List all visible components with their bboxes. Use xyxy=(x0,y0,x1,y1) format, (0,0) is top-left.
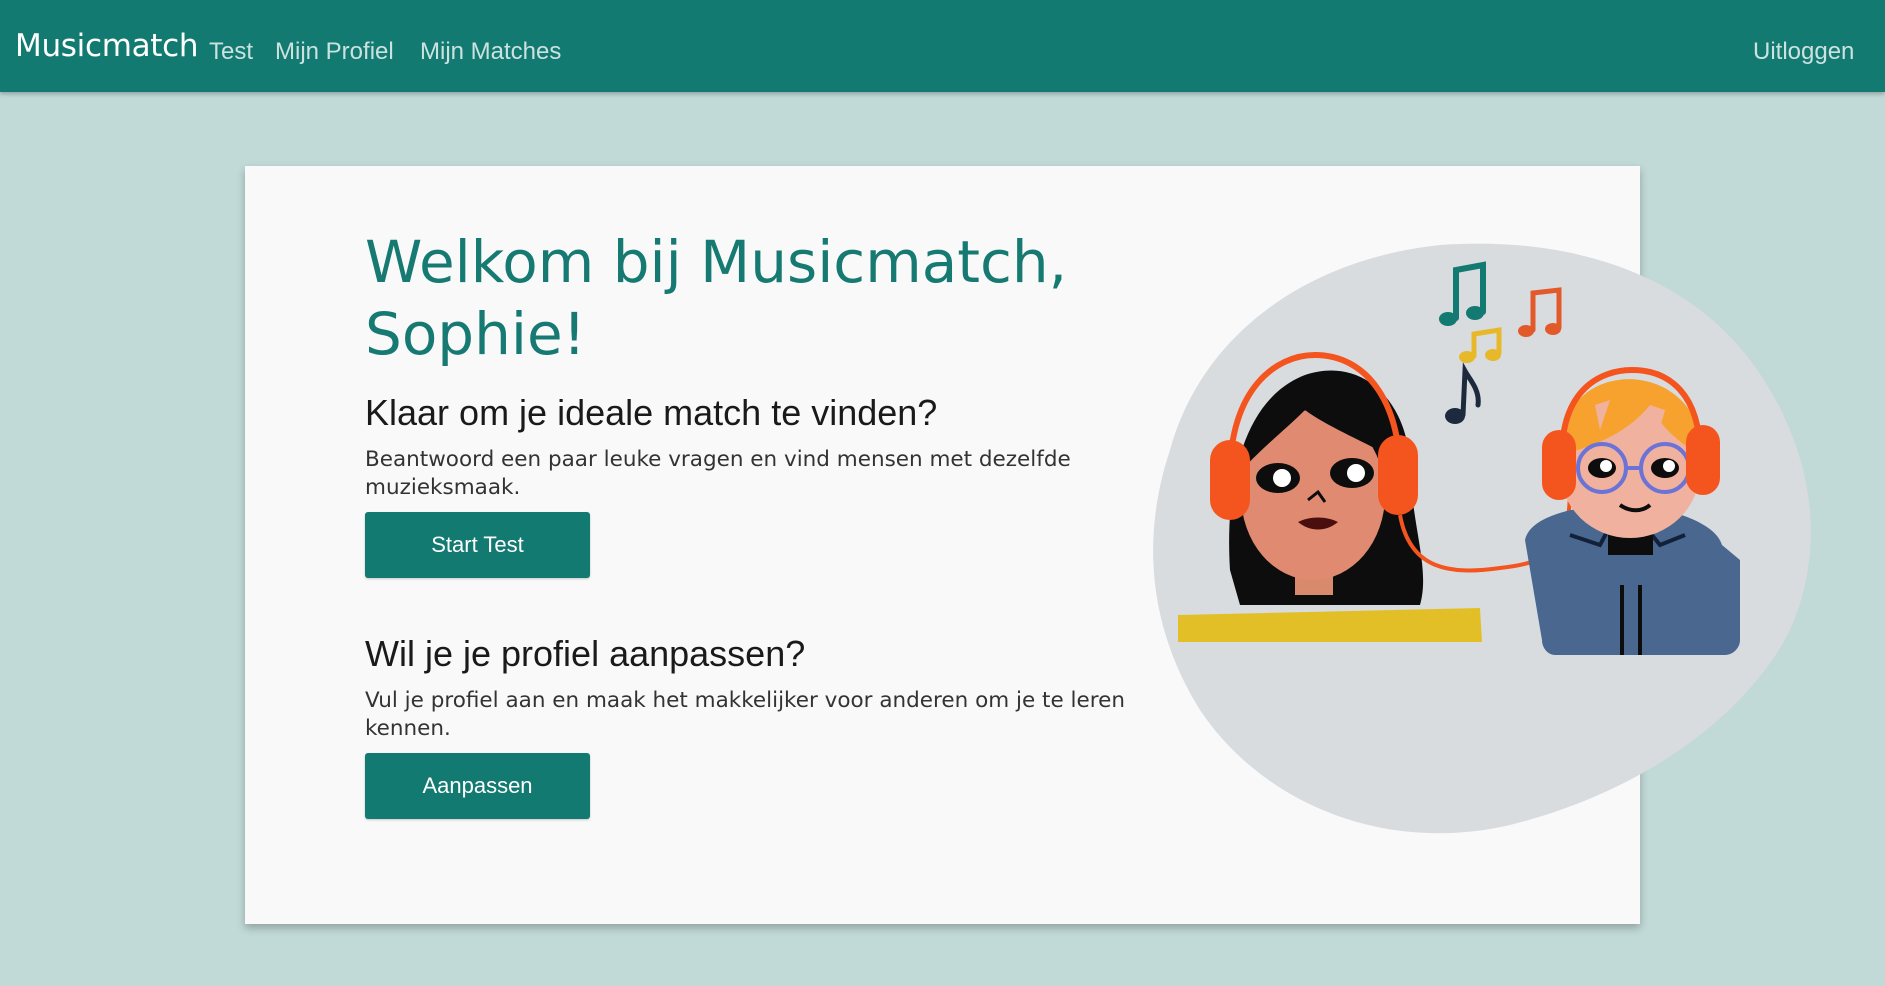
welcome-heading: Welkom bij Musicmatch, Sophie! xyxy=(365,228,1068,368)
nav-link-mijn-matches[interactable]: Mijn Matches xyxy=(420,38,561,66)
test-section-text: Beantwoord een paar leuke vragen en vind… xyxy=(365,447,1071,500)
profile-section-title: Wil je je profiel aanpassen? xyxy=(365,633,806,674)
logout-link[interactable]: Uitloggen xyxy=(1753,38,1854,66)
brand-logo[interactable]: Musicmatch xyxy=(15,28,199,64)
nav-link-mijn-profiel[interactable]: Mijn Profiel xyxy=(275,38,394,66)
start-test-button[interactable]: Start Test xyxy=(365,512,590,578)
edit-profile-button[interactable]: Aanpassen xyxy=(365,753,590,819)
nav-link-test[interactable]: Test xyxy=(209,38,253,66)
music-friends-illustration xyxy=(1153,243,1811,834)
top-navbar: Musicmatch Test Mijn Profiel Mijn Matche… xyxy=(0,0,1885,92)
profile-section-text: Vul je profiel aan en maak het makkelijk… xyxy=(365,688,1125,741)
test-section-title: Klaar om je ideale match te vinden? xyxy=(365,392,938,433)
